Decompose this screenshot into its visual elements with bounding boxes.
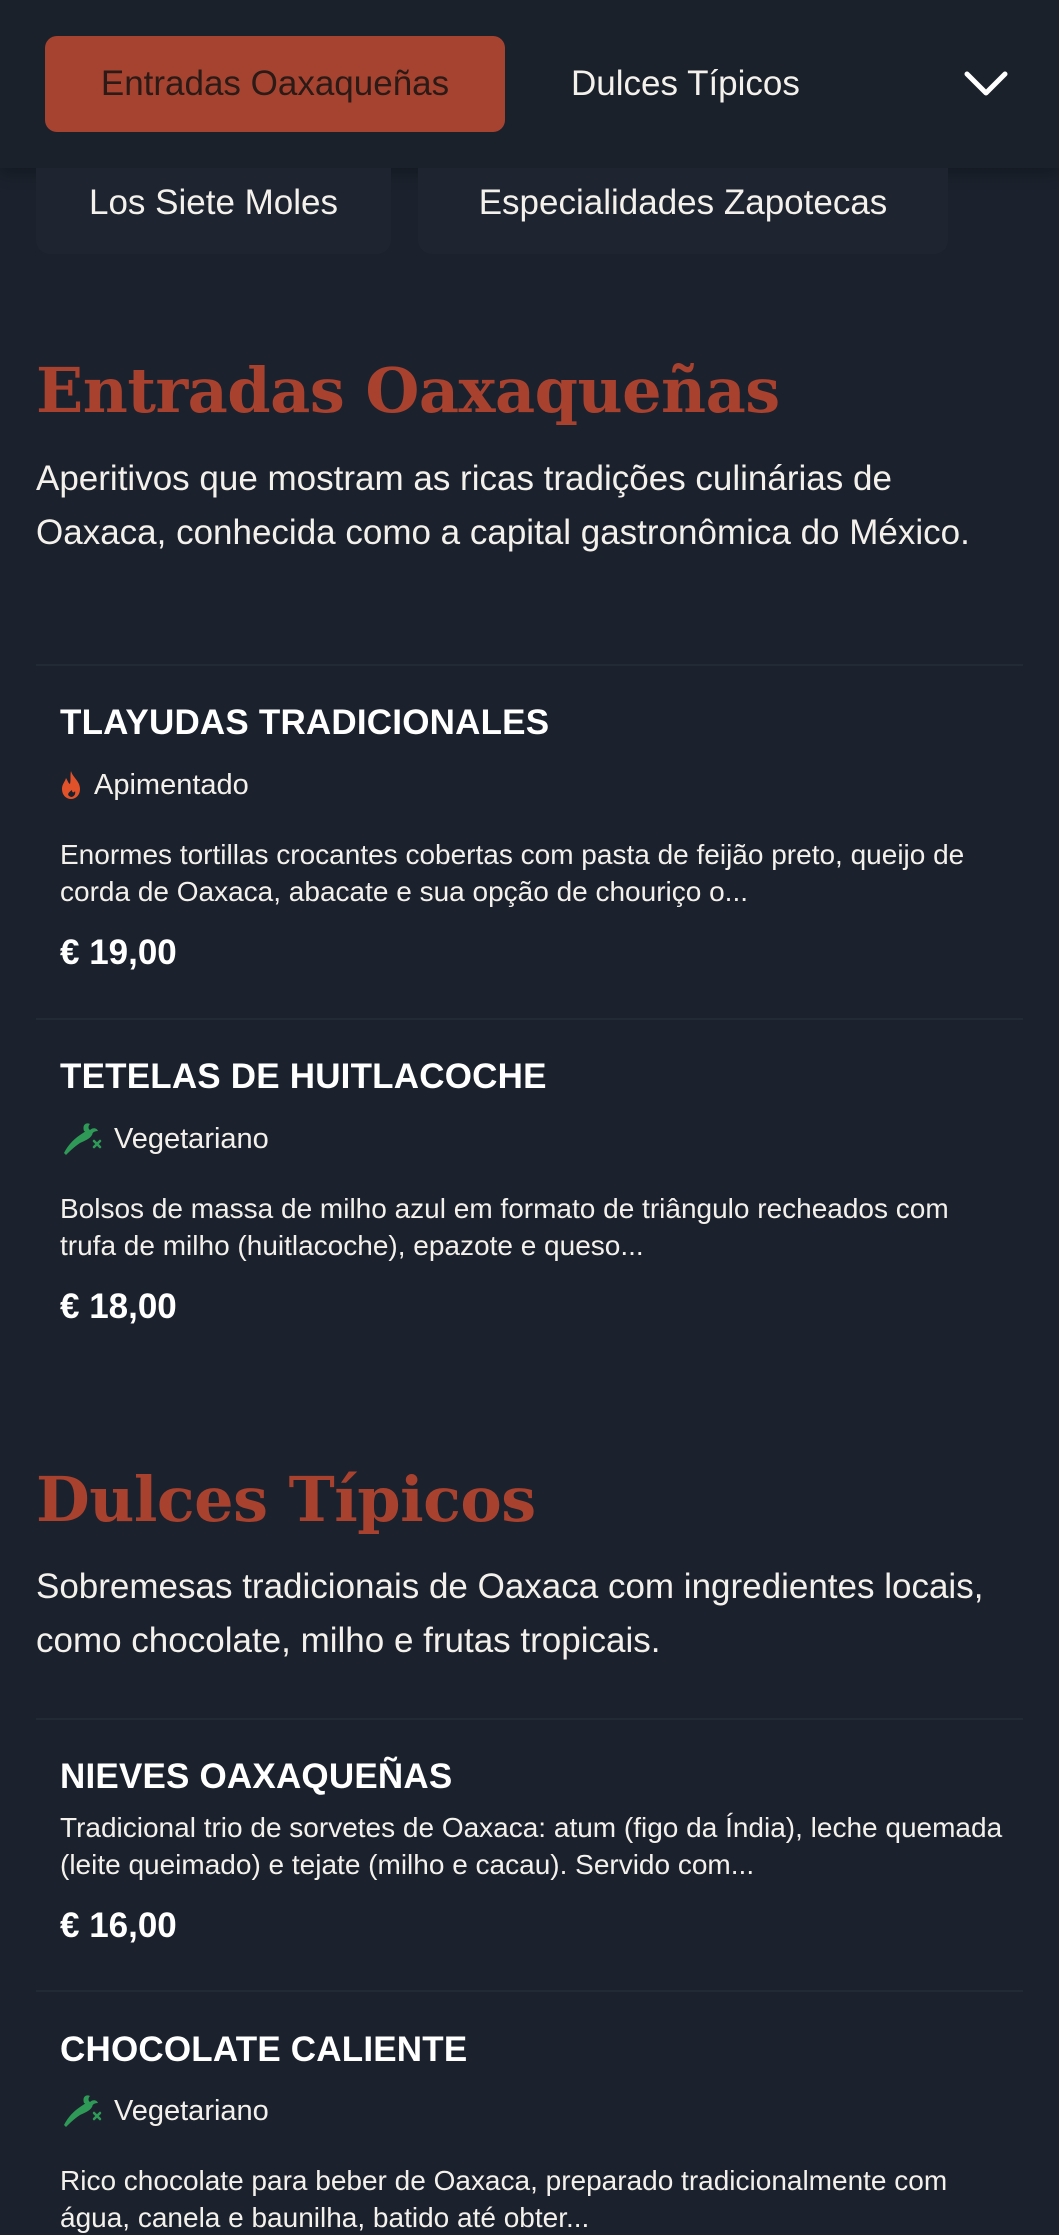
item-tag-label: Vegetariano (114, 2094, 269, 2127)
menu-page: Entradas Oaxaqueñas Dulces Típicos Los S… (0, 0, 1059, 2235)
item-name: TLAYUDAS TRADICIONALES (60, 703, 550, 742)
chevron-down-icon[interactable] (958, 58, 1014, 110)
section-title-dulces: Dulces Típicos (36, 1463, 536, 1536)
item-price: € 16,00 (60, 1906, 177, 1945)
item-description: Rico chocolate para beber de Oaxaca, pre… (60, 2165, 948, 2233)
item-name: NIEVES OAXAQUEÑAS (60, 1757, 453, 1796)
item-tag: Apimentado (60, 765, 249, 805)
item-price: € 19,00 (60, 933, 177, 972)
chip-especialidades-zapotecas[interactable]: Especialidades Zapotecas (418, 168, 948, 254)
flame-icon (60, 770, 82, 800)
divider (36, 1718, 1023, 1720)
divider (36, 1990, 1023, 1992)
item-description: Enormes tortillas crocantes cobertas com… (60, 839, 965, 907)
item-name: CHOCOLATE CALIENTE (60, 2030, 468, 2069)
category-bar: Entradas Oaxaqueñas Dulces Típicos (0, 0, 1059, 168)
divider (36, 1018, 1023, 1020)
vegetable-icon (60, 2093, 102, 2129)
section-description-dulces: Sobremesas tradicionais de Oaxaca com in… (36, 1567, 984, 1660)
chevron-down-icon-svg (964, 71, 1008, 96)
item-name: TETELAS DE HUITLACOCHE (60, 1057, 547, 1096)
section-title-entradas: Entradas Oaxaqueñas (36, 354, 780, 427)
tab-entradas-oaxaquenas[interactable]: Entradas Oaxaqueñas (45, 36, 505, 132)
vegetable-icon (60, 1121, 102, 1157)
tab-dulces-tipicos[interactable]: Dulces Típicos (571, 36, 800, 132)
divider (36, 664, 1023, 666)
item-tag-label: Apimentado (94, 768, 249, 801)
item-price: € 18,00 (60, 1287, 177, 1326)
item-tag: Vegetariano (60, 2091, 269, 2131)
item-description: Tradicional trio de sorvetes de Oaxaca: … (60, 1812, 1003, 1880)
item-tag-label: Vegetariano (114, 1122, 269, 1155)
category-chips: Los Siete Moles Especialidades Zapotecas (0, 168, 1059, 256)
chip-los-siete-moles[interactable]: Los Siete Moles (36, 168, 391, 254)
item-tag: Vegetariano (60, 1119, 269, 1159)
section-description-entradas: Aperitivos que mostram as ricas tradiçõe… (36, 459, 970, 552)
item-description: Bolsos de massa de milho azul em formato… (60, 1193, 949, 1261)
